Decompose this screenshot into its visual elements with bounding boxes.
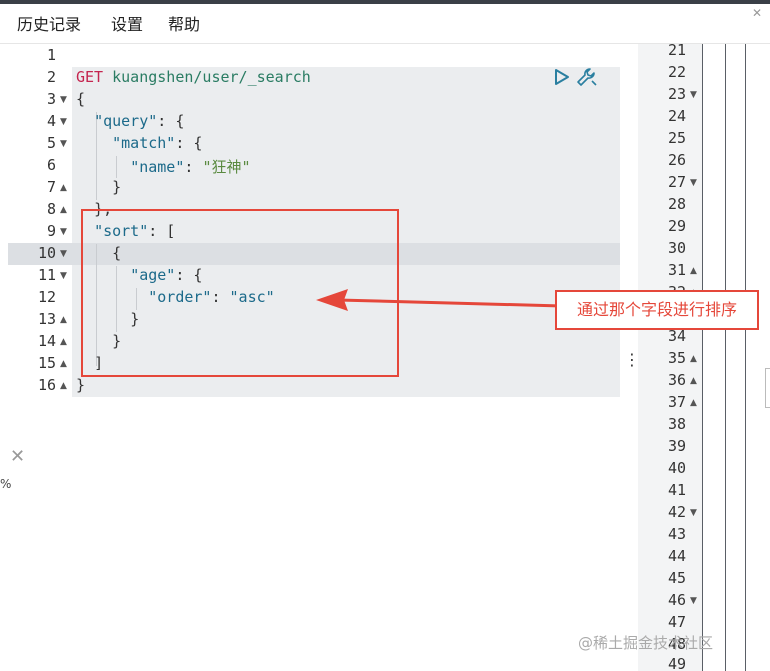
line-number: 5 (46, 134, 56, 152)
line-number: 2 (46, 68, 56, 86)
response-guide-line (702, 44, 703, 671)
line-number: 4 (46, 112, 56, 130)
code-line: "query": { (76, 112, 184, 130)
zoom-percent: % (0, 477, 12, 491)
fold-open-icon[interactable]: ▼ (690, 508, 697, 518)
fold-close-icon[interactable]: ▲ (60, 183, 67, 193)
response-line-number: 27 (667, 173, 686, 191)
fold-close-icon[interactable]: ▲ (690, 266, 697, 276)
response-guide-line (745, 44, 746, 671)
line-number: 15 (37, 354, 56, 372)
watermark: @稀土掘金技术社区 (578, 634, 714, 652)
fold-open-icon[interactable]: ▼ (60, 95, 67, 105)
json-key: "name" (130, 158, 185, 176)
response-line-number: 42 (667, 503, 686, 521)
response-line-number: 47 (667, 613, 686, 631)
response-line-number: 46 (667, 591, 686, 609)
line-number: 6 (46, 156, 56, 174)
line-number: 10 (37, 244, 56, 262)
fold-open-icon[interactable]: ▼ (60, 139, 67, 149)
response-line-number: 25 (667, 129, 686, 147)
response-line-number: 49 (667, 655, 686, 671)
json-key: "query" (94, 112, 158, 130)
fold-open-icon[interactable]: ▼ (690, 90, 697, 100)
http-method: GET (76, 68, 104, 86)
request-path: kuangshen/user/_search (112, 68, 311, 86)
fold-open-icon[interactable]: ▼ (60, 271, 67, 281)
menu-help[interactable]: 帮助 (168, 11, 200, 35)
response-guide-line (725, 44, 726, 671)
fold-close-icon[interactable]: ▲ (690, 354, 697, 364)
line-number: 9 (46, 222, 56, 240)
close-icon[interactable]: ✕ (752, 6, 762, 20)
menu-settings[interactable]: 设置 (111, 11, 143, 35)
fold-close-icon[interactable]: ▲ (60, 205, 67, 215)
fold-close-icon[interactable]: ▲ (690, 376, 697, 386)
json-punct: : (184, 158, 203, 176)
response-line-number: 21 (667, 41, 686, 59)
code-line: GET kuangshen/user/_search (76, 68, 311, 86)
code-line: } (76, 376, 86, 394)
fold-open-icon[interactable]: ▼ (60, 249, 67, 259)
json-key: "match" (112, 134, 176, 152)
response-line-number: 29 (667, 217, 686, 235)
response-line-number: 31 (667, 261, 686, 279)
json-punct: : { (175, 134, 203, 152)
response-line-number: 26 (667, 151, 686, 169)
line-number: 14 (37, 332, 56, 350)
fold-open-icon[interactable]: ▼ (690, 178, 697, 188)
fold-close-icon[interactable]: ▲ (60, 315, 67, 325)
code-line: "match": { (76, 134, 202, 152)
code-line: } (76, 178, 121, 196)
code-line: "name": "狂神" (76, 156, 251, 177)
response-line-number: 30 (667, 239, 686, 257)
response-line-number: 37 (667, 393, 686, 411)
line-number: 16 (37, 376, 56, 394)
line-number: 7 (46, 178, 56, 196)
json-string: "狂神" (202, 158, 251, 176)
menu-history[interactable]: 历史记录 (17, 11, 81, 35)
response-line-number: 28 (667, 195, 686, 213)
fold-close-icon[interactable]: ▲ (690, 398, 697, 408)
fold-open-icon[interactable]: ▼ (690, 596, 697, 606)
response-line-number: 45 (667, 569, 686, 587)
fold-open-icon[interactable]: ▼ (60, 227, 67, 237)
line-number: 12 (37, 288, 56, 306)
response-line-number: 44 (667, 547, 686, 565)
fold-close-icon[interactable]: ▲ (60, 381, 67, 391)
response-line-number: 43 (667, 525, 686, 543)
fold-close-icon[interactable]: ▲ (60, 337, 67, 347)
response-line-number: 39 (667, 437, 686, 455)
menu-bar: 历史记录 设置 帮助 ✕ (0, 4, 770, 44)
response-line-number: 24 (667, 107, 686, 125)
line-number: 3 (46, 90, 56, 108)
close-panel-icon[interactable]: ✕ (10, 446, 25, 467)
annotation-callout: 通过那个字段进行排序 (555, 290, 759, 330)
line-number: 8 (46, 200, 56, 218)
response-line-number: 35 (667, 349, 686, 367)
response-line-number: 38 (667, 415, 686, 433)
json-punct: } (112, 178, 122, 196)
response-line-number: 40 (667, 459, 686, 477)
code-line: { (76, 90, 86, 108)
response-line-number: 22 (667, 63, 686, 81)
line-number: 1 (46, 46, 56, 64)
fold-close-icon[interactable]: ▲ (60, 359, 67, 369)
wrench-icon[interactable] (576, 67, 598, 89)
line-number: 13 (37, 310, 56, 328)
line-number: 11 (37, 266, 56, 284)
json-punct: : { (157, 112, 185, 130)
response-line-number: 23 (667, 85, 686, 103)
run-request-icon[interactable] (554, 68, 570, 86)
response-line-number: 41 (667, 481, 686, 499)
fold-open-icon[interactable]: ▼ (60, 117, 67, 127)
annotation-arrow (316, 289, 563, 311)
response-line-number: 36 (667, 371, 686, 389)
side-tab[interactable] (765, 368, 770, 408)
